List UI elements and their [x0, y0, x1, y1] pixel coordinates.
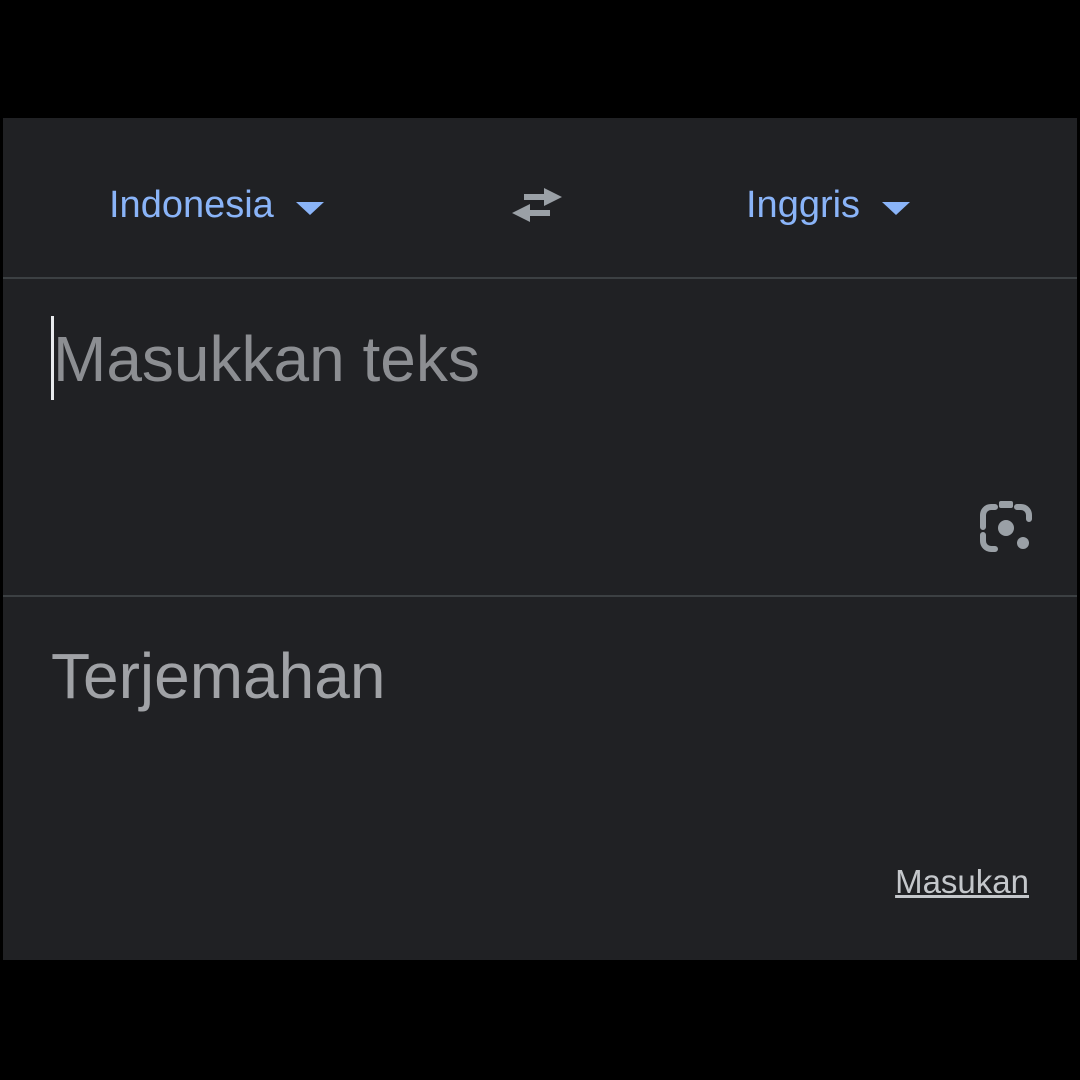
source-text-input[interactable]: [49, 314, 953, 404]
feedback-link[interactable]: Masukan: [895, 863, 1029, 901]
camera-lens-icon: [980, 501, 1032, 552]
chevron-down-icon: [882, 201, 911, 215]
translation-area: Terjemahan Masukan: [3, 597, 1077, 960]
swap-arrows-icon: [512, 188, 562, 222]
translate-panel: Indonesia Inggris Masukkan teks Terjemah…: [3, 118, 1077, 960]
swap-languages-button[interactable]: [506, 180, 572, 230]
language-bar: Indonesia Inggris: [3, 118, 1077, 277]
chevron-down-icon: [295, 201, 324, 215]
target-language-button[interactable]: Inggris: [746, 180, 911, 230]
camera-translate-button[interactable]: [973, 495, 1039, 561]
translation-output: Terjemahan: [51, 640, 386, 712]
source-language-label: Indonesia: [109, 183, 274, 226]
text-cursor: [51, 316, 54, 400]
source-language-button[interactable]: Indonesia: [109, 180, 324, 230]
target-language-label: Inggris: [746, 183, 861, 226]
source-text-area: [3, 279, 1077, 595]
